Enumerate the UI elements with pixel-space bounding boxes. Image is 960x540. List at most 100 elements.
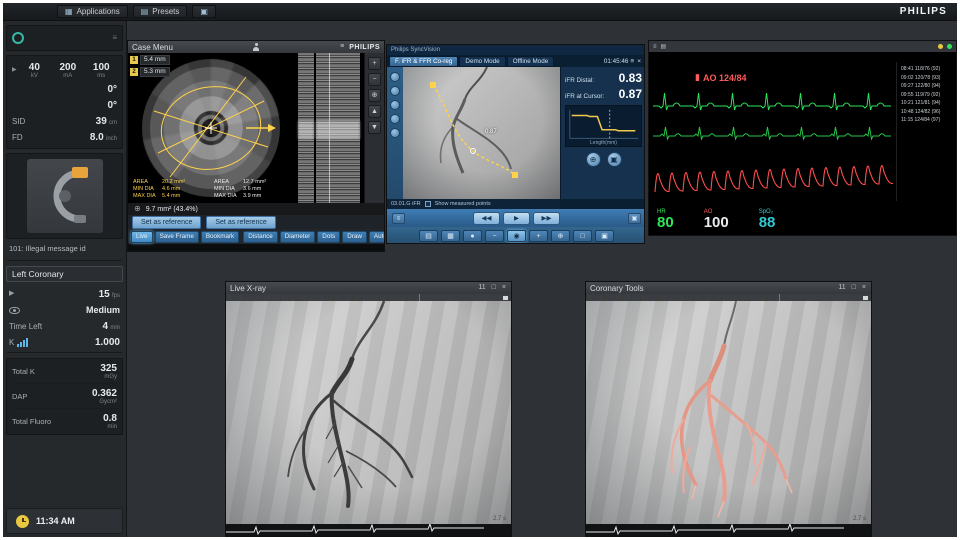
sv-tool-button-4[interactable] [390,114,400,124]
sv-tool-button-2[interactable] [390,86,400,96]
sid-value: 39 [96,116,107,127]
coronary-tools-viewport[interactable]: 2.7 s [586,301,871,524]
arterial-pressure-svg [651,152,897,198]
syncvision-icon-row: ▤ ▦ ● − ◉ + ⊕ □ ▣ [387,227,645,244]
procedure-selector[interactable]: Left Coronary [6,266,123,282]
bookmark-1-label: 5.4 mm [140,55,170,65]
tab-demo-mode[interactable]: Demo Mode [459,56,505,67]
ivus-zoom-out-button[interactable]: − [368,73,381,86]
sv-snapshot-button[interactable]: ▣ [607,152,622,167]
live-xray-close-icon[interactable]: × [501,283,507,293]
ivus-longitudinal-view-2[interactable] [316,53,360,203]
sv-icon-button-6[interactable]: + [529,230,548,242]
hemo-display[interactable]: ▮ AO 124/84 08:41 118/76 (92) 09:02 120/… [649,52,956,235]
sid-cell: 39 cm [96,116,117,127]
applications-label: Applications [77,7,120,16]
live-xray-viewport[interactable]: 2.7 s [226,301,511,524]
sid-label: SID [12,117,25,126]
transport-snapshot-button[interactable]: ▣ [628,213,641,224]
ivus-measurement-overlay [142,59,280,197]
hemo-menu-icon[interactable]: ≡ [653,43,657,51]
live-xray-run-time: 2.7 s [493,516,506,522]
carm-graphic [27,159,103,233]
angle-secondary-row: 0° [12,97,117,113]
ivus-scroll-up-button[interactable]: ▲ [368,105,381,118]
bookmark-1-index: 1 [130,56,138,64]
play-button[interactable]: ▶ [503,212,530,225]
presets-icon: ▤ [141,8,149,16]
set-reference-button-1[interactable]: Set as reference [132,216,201,229]
bookmark-button[interactable]: Bookmark [201,231,239,243]
save-frame-button[interactable]: Save Frame [155,231,199,243]
hr-vital: HR 80 [657,209,674,230]
syncvision-angio-viewport[interactable]: 0.87 [403,67,560,199]
draw-button[interactable]: Draw [342,231,367,243]
ivus-image-viewport[interactable]: 1 5.4 mm 2 5.3 mm + − ⊕ ▲ ▼ AREA20.2 mm²… [128,53,384,203]
bookmark-2[interactable]: 2 5.3 mm [130,67,170,77]
coronary-tools-run-time: 2.7 s [853,516,866,522]
auto-borders-button[interactable]: Auto Borders [369,231,385,243]
presets-button[interactable]: ▤ Presets [133,5,188,18]
coronary-tools-restore-icon[interactable]: □ [851,283,857,293]
live-xray-restore-icon[interactable]: □ [491,283,497,293]
ivus-summary-value: 9.7 mm² (43.4%) [146,206,198,213]
coronary-tools-ecg-strip [586,524,871,536]
ivus-zoom-in-button[interactable]: + [368,57,381,70]
status-menu-icon[interactable]: ≡ [112,34,117,42]
carm-position-box [6,153,123,239]
carm-icon [38,165,92,227]
meas1-max-value: 5.4 mm [162,193,180,200]
sv-eye-button[interactable]: ◉ [507,230,526,242]
applications-button[interactable]: ▦ Applications [57,5,128,18]
timeline-empty [780,294,871,301]
screen-layout-button[interactable]: ▣ [192,5,216,18]
dots-button[interactable]: Dots [317,231,340,243]
sv-tool-button-3[interactable] [390,100,400,110]
meas2-area-label: AREA [214,179,240,186]
tab-offline-mode[interactable]: Offline Mode [507,56,555,67]
live-button[interactable]: Live [131,231,153,243]
time-left-unit: min [110,325,120,331]
coronary-tools-timeline[interactable] [586,294,871,301]
rewind-button[interactable]: ◀◀ [473,212,500,225]
ivus-scroll-down-button[interactable]: ▼ [368,121,381,134]
transport-menu-button[interactable]: ≡ [392,213,405,224]
syncvision-close-icon[interactable]: × [636,58,642,65]
syncvision-app-name: Philips SyncVision [391,47,440,53]
ivus-tool-row: Live Save Frame Bookmark Distance Diamet… [128,229,384,244]
meas1-area-label: AREA [133,179,159,186]
sv-icon-button-3[interactable]: ● [463,230,482,242]
log-row: 10:48 124/82 (96) [901,108,954,117]
coronary-tools-close-icon[interactable]: × [861,283,867,293]
ivus-menu-icon[interactable]: ≡ [339,42,345,52]
sv-tool-button-1[interactable] [390,72,400,82]
live-xray-timeline[interactable] [226,294,511,301]
diameter-button[interactable]: Diameter [280,231,316,243]
bookmark-1[interactable]: 1 5.4 mm [130,55,170,65]
ifr-pullback-chart[interactable]: Length(mm) [565,105,642,147]
sv-tool-button-5[interactable] [390,128,400,138]
ivus-cross-section[interactable] [142,59,280,197]
ivus-longitudinal-view-1[interactable] [298,53,314,203]
syncvision-menu-icon[interactable]: ≡ [629,58,635,65]
show-points-checkbox[interactable] [425,201,431,207]
sv-zoom-button[interactable]: ⊕ [586,152,601,167]
forward-button[interactable]: ▶▶ [533,212,560,225]
tab-ifr-coreg[interactable]: F. iFR & FFR Co-reg [389,56,458,67]
sv-icon-button-8[interactable]: □ [573,230,592,242]
sv-icon-button-9[interactable]: ▣ [595,230,614,242]
sv-icon-button-2[interactable]: ▦ [441,230,460,242]
sv-icon-button-1[interactable]: ▤ [419,230,438,242]
coronary-tools-panel: Coronary Tools 11 □ × 2.7 s [585,281,872,537]
set-reference-button-2[interactable]: Set as reference [206,216,275,229]
hemo-layout-icon[interactable]: ▤ [661,43,667,51]
clock-icon [16,515,29,528]
ivus-zoom-reset-button[interactable]: ⊕ [368,89,381,102]
distance-button[interactable]: Distance [243,231,278,243]
fd-row: FD 8.0 inch [12,129,117,145]
sv-icon-button-7[interactable]: ⊕ [551,230,570,242]
fd-cell: 8.0 inch [90,132,117,143]
spo2-vital: SpO₂ 88 [759,209,776,230]
kv-value: 40 [19,62,50,73]
sv-icon-button-4[interactable]: − [485,230,504,242]
